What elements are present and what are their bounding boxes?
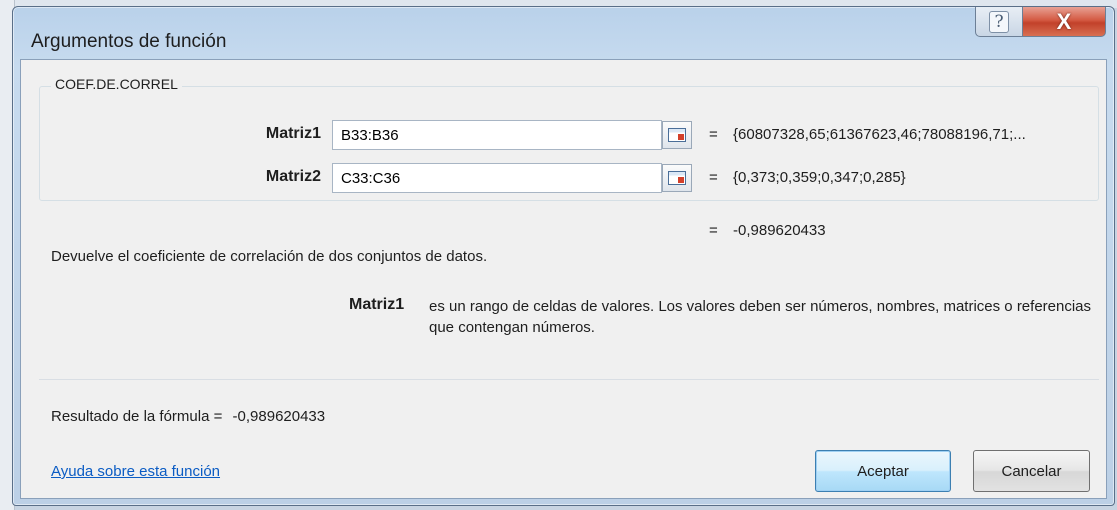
matriz1-equals: = bbox=[709, 126, 718, 143]
function-result-value: -0,989620433 bbox=[733, 222, 826, 239]
ok-button[interactable]: Aceptar bbox=[815, 450, 951, 492]
matriz2-preview: {0,373;0,359;0,347;0,285} bbox=[733, 169, 906, 186]
dialog-title: Argumentos de función bbox=[31, 31, 227, 52]
close-button[interactable]: X bbox=[1022, 7, 1106, 37]
matriz1-collapse-button[interactable] bbox=[662, 121, 692, 149]
dialog-body: COEF.DE.CORREL Matriz1 = {60807328,65;61… bbox=[20, 59, 1107, 499]
argument-help-name: Matriz1 bbox=[349, 296, 405, 313]
function-name: COEF.DE.CORREL bbox=[51, 76, 182, 92]
matriz2-collapse-button[interactable] bbox=[662, 164, 692, 192]
function-arguments-dialog: Argumentos de función ? X COEF.DE.CORREL… bbox=[12, 6, 1115, 506]
close-icon: X bbox=[1056, 8, 1072, 34]
title-bar[interactable]: Argumentos de función ? X bbox=[13, 7, 1114, 59]
function-result-equals: = bbox=[709, 222, 718, 239]
formula-result-value: -0,989620433 bbox=[232, 408, 326, 425]
cancel-button[interactable]: Cancelar bbox=[973, 450, 1090, 492]
formula-result: Resultado de la fórmula = -0,989620433 bbox=[51, 408, 325, 425]
argument-help-text: es un rango de celdas de valores. Los va… bbox=[429, 298, 1092, 336]
divider bbox=[39, 379, 1099, 380]
matriz2-equals: = bbox=[709, 169, 718, 186]
help-link[interactable]: Ayuda sobre esta función bbox=[51, 463, 220, 480]
matriz2-label: Matriz2 bbox=[265, 168, 321, 185]
matriz2-input[interactable] bbox=[332, 163, 662, 193]
matriz1-input[interactable] bbox=[332, 120, 662, 150]
formula-result-label: Resultado de la fórmula = bbox=[51, 408, 223, 425]
matriz1-label: Matriz1 bbox=[265, 125, 321, 142]
collapse-dialog-icon bbox=[668, 171, 686, 185]
function-description: Devuelve el coeficiente de correlación d… bbox=[51, 248, 488, 265]
help-icon: ? bbox=[989, 10, 1009, 33]
matriz1-preview: {60807328,65;61367623,46;78088196,71;... bbox=[733, 126, 1026, 143]
help-button[interactable]: ? bbox=[975, 7, 1023, 37]
collapse-dialog-icon bbox=[668, 128, 686, 142]
